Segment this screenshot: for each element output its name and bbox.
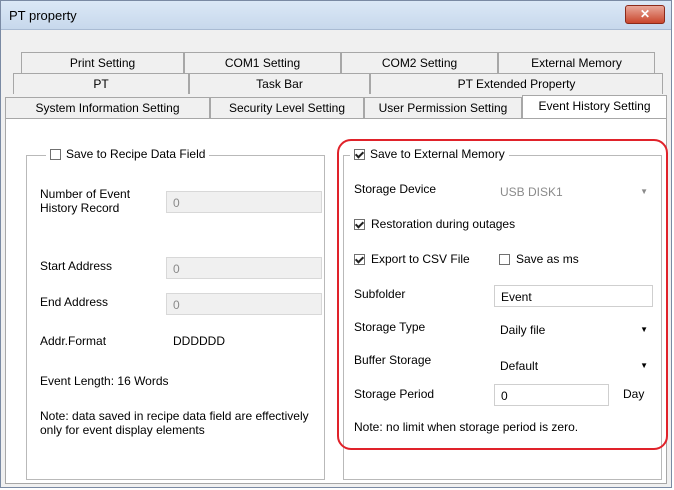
subfolder-label: Subfolder [354, 287, 406, 301]
tab-print-setting[interactable]: Print Setting [21, 52, 184, 73]
save-ms-row[interactable]: Save as ms [499, 252, 579, 266]
storage-device-label: Storage Device [354, 182, 437, 196]
start-address-field[interactable]: 0 [166, 257, 322, 279]
tab-event-history-setting[interactable]: Event History Setting [522, 95, 667, 118]
tab-row-2: PT Task Bar PT Extended Property [1, 73, 669, 94]
subfolder-field[interactable]: Event [494, 285, 653, 307]
export-csv-row[interactable]: Export to CSV File [354, 252, 470, 266]
recipe-note: Note: data saved in recipe data field ar… [40, 409, 309, 437]
external-memory-checkbox-row[interactable]: Save to External Memory [350, 147, 509, 161]
tab-security-level-setting[interactable]: Security Level Setting [210, 97, 364, 118]
tab-pt[interactable]: PT [13, 73, 189, 94]
save-ms-label: Save as ms [516, 252, 579, 266]
storage-type-value: Daily file [500, 323, 546, 337]
external-memory-checkbox-label: Save to External Memory [370, 147, 505, 161]
restoration-row[interactable]: Restoration during outages [354, 217, 515, 231]
buffer-storage-label: Buffer Storage [354, 353, 432, 367]
title-bar[interactable]: PT property ✕ [1, 1, 671, 30]
event-length-text: Event Length: 16 Words [40, 374, 169, 388]
tab-row-1: Print Setting COM1 Setting COM2 Setting … [1, 52, 669, 73]
num-records-label: Number of Event History Record [40, 187, 131, 215]
chevron-down-icon: ▼ [640, 361, 648, 370]
tab-com1-setting[interactable]: COM1 Setting [184, 52, 341, 73]
tab-com2-setting[interactable]: COM2 Setting [341, 52, 498, 73]
tab-external-memory[interactable]: External Memory [498, 52, 655, 73]
addr-format-value: DDDDDD [173, 334, 225, 348]
save-ms-checkbox[interactable] [499, 253, 510, 265]
restoration-label: Restoration during outages [371, 217, 516, 231]
storage-period-unit: Day [623, 387, 645, 401]
close-icon: ✕ [639, 7, 651, 21]
restoration-checkbox[interactable] [354, 218, 365, 230]
tab-pt-extended-property[interactable]: PT Extended Property [370, 73, 663, 94]
tab-panel: Save to Recipe Data Field Number of Even… [5, 118, 667, 484]
external-memory-checkbox[interactable] [354, 148, 365, 160]
tab-task-bar[interactable]: Task Bar [189, 73, 370, 94]
chevron-down-icon: ▼ [640, 187, 648, 196]
storage-type-select[interactable]: Daily file ▼ [494, 319, 654, 341]
storage-period-label: Storage Period [354, 387, 435, 401]
storage-device-select[interactable]: USB DISK1 ▼ [494, 181, 654, 203]
num-records-field[interactable]: 0 [166, 191, 322, 213]
buffer-storage-value: Default [500, 359, 539, 373]
dialog-window: PT property ✕ Print Setting COM1 Setting… [0, 0, 672, 488]
tab-user-permission-setting[interactable]: User Permission Setting [364, 97, 522, 118]
export-csv-checkbox[interactable] [354, 253, 365, 265]
close-button[interactable]: ✕ [625, 5, 665, 24]
external-note: Note: no limit when storage period is ze… [354, 420, 579, 434]
recipe-checkbox-row[interactable]: Save to Recipe Data Field [46, 147, 210, 161]
tab-row-3: System Information Setting Security Leve… [1, 95, 669, 118]
end-address-field[interactable]: 0 [166, 293, 322, 315]
storage-type-label: Storage Type [354, 320, 426, 334]
export-csv-label: Export to CSV File [371, 252, 470, 266]
recipe-checkbox-label: Save to Recipe Data Field [66, 147, 206, 161]
recipe-checkbox[interactable] [50, 148, 61, 160]
storage-period-field[interactable]: 0 [494, 384, 609, 406]
buffer-storage-select[interactable]: Default ▼ [494, 355, 654, 377]
tab-system-information-setting[interactable]: System Information Setting [5, 97, 210, 118]
storage-device-value: USB DISK1 [500, 185, 563, 199]
chevron-down-icon: ▼ [640, 325, 648, 334]
window-title: PT property [9, 8, 77, 23]
addr-format-label: Addr.Format [40, 334, 107, 348]
start-address-label: Start Address [40, 259, 113, 273]
end-address-label: End Address [40, 295, 109, 309]
